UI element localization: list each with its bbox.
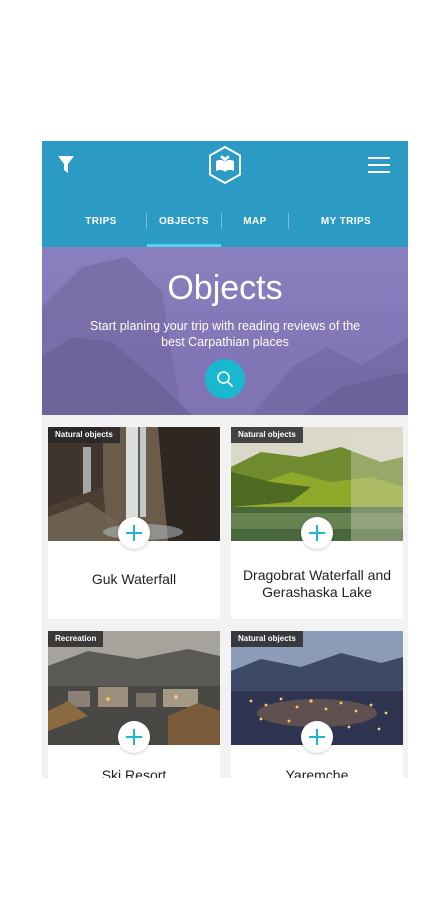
add-to-trip-button[interactable] — [301, 517, 333, 549]
object-card[interactable]: Natural objects Guk Waterfall — [48, 427, 220, 619]
object-card[interactable]: Natural objects Dragobrat Waterfall and … — [231, 427, 403, 619]
tab-map[interactable]: MAP — [222, 207, 288, 247]
tab-trips[interactable]: TRIPS — [58, 207, 144, 247]
filter-icon[interactable] — [57, 154, 75, 176]
add-to-trip-button[interactable] — [118, 721, 150, 753]
tab-objects[interactable]: OBJECTS — [147, 207, 221, 247]
tab-bar: TRIPS OBJECTS MAP MY TRIPS — [42, 207, 408, 247]
object-card[interactable]: Natural objects Yaremche — [231, 631, 403, 778]
card-title: Dragobrat Waterfall and Gerashaska Lake — [242, 567, 392, 600]
card-title: Ski Resort — [101, 767, 167, 778]
card-title: Yaremche — [285, 767, 349, 778]
search-button[interactable] — [205, 359, 245, 399]
book-heart-logo-icon[interactable] — [207, 145, 243, 185]
card-title: Guk Waterfall — [91, 571, 177, 587]
page-subtitle: Start planing your trip with reading rev… — [89, 319, 361, 349]
tab-my-trips[interactable]: MY TRIPS — [289, 207, 403, 247]
add-to-trip-button[interactable] — [301, 721, 333, 753]
category-badge: Natural objects — [231, 631, 303, 647]
page-title: Objects — [167, 269, 283, 307]
search-icon — [217, 371, 233, 387]
category-badge: Recreation — [48, 631, 104, 647]
add-to-trip-button[interactable] — [118, 517, 150, 549]
category-badge: Natural objects — [231, 427, 303, 443]
hamburger-menu-icon[interactable] — [368, 155, 390, 175]
object-card[interactable]: Recreation Ski Resort — [48, 631, 220, 778]
category-badge: Natural objects — [48, 427, 120, 443]
app-screen: TRIPS OBJECTS MAP MY TRIPS Objects Start… — [42, 141, 408, 778]
top-header: TRIPS OBJECTS MAP MY TRIPS — [42, 141, 408, 247]
hero-banner: Objects Start planing your trip with rea… — [42, 247, 408, 415]
